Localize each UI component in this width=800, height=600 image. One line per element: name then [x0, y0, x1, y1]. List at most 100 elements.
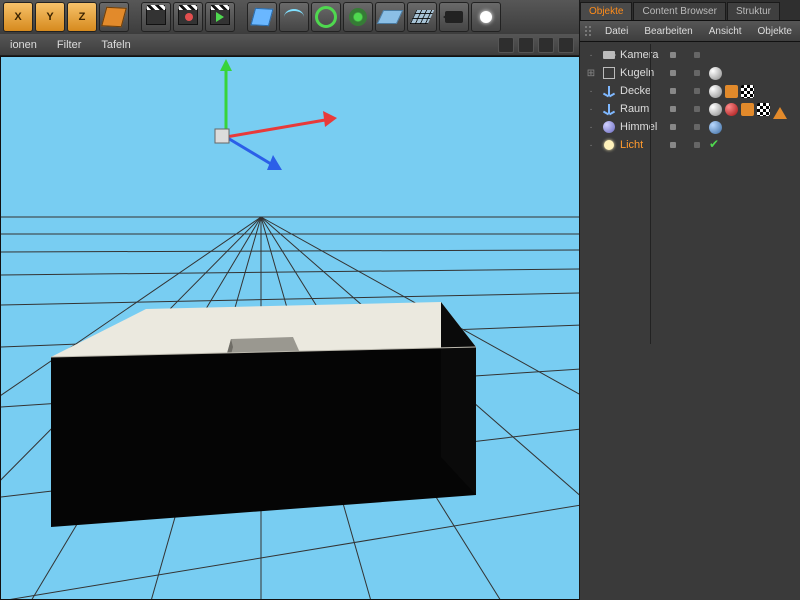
tab-content[interactable]: Content Browser: [633, 2, 725, 20]
sky-icon: [602, 120, 616, 134]
panel-menu-edit[interactable]: Bearbeiten: [636, 26, 700, 37]
tag-tri-icon[interactable]: [773, 100, 787, 119]
object-name-label: Decke: [620, 85, 666, 97]
visibility-dots[interactable]: [670, 88, 700, 94]
tree-toggle-icon[interactable]: ·: [584, 86, 598, 97]
tree-toggle-icon[interactable]: ·: [584, 140, 598, 151]
floor-button[interactable]: [407, 2, 437, 32]
spline-button[interactable]: [279, 2, 309, 32]
menu-item-0[interactable]: ionen: [0, 39, 47, 51]
panel-tabs: Objekte Content Browser Struktur: [580, 0, 800, 20]
perspective-viewport[interactable]: [0, 56, 580, 600]
axis-icon: [602, 102, 616, 116]
cube-icon: [101, 7, 127, 27]
tag-blue-icon[interactable]: [709, 121, 722, 134]
camera-button[interactable]: [439, 2, 469, 32]
axis-y-button[interactable]: Y: [35, 2, 65, 32]
make-editable-button[interactable]: [141, 2, 171, 32]
main-toolbar: X Y Z: [0, 0, 582, 35]
object-name-label: Kamera: [620, 49, 666, 61]
maximize-icon[interactable]: [558, 37, 574, 53]
null-icon: [602, 66, 616, 80]
menu-item-1[interactable]: Filter: [47, 39, 91, 51]
tree-toggle-icon[interactable]: ·: [584, 50, 598, 61]
light-icon: [602, 138, 616, 152]
clapper-record-icon: [178, 9, 198, 25]
zoom-icon[interactable]: [518, 37, 534, 53]
menu-item-2[interactable]: Tafeln: [91, 39, 140, 51]
object-manager-panel: Objekte Content Browser Struktur Datei B…: [579, 0, 800, 600]
object-name-label: Licht: [620, 139, 666, 151]
object-name-label: Raum: [620, 103, 666, 115]
tag-row: ✔: [706, 139, 722, 152]
axis-z-button[interactable]: Z: [67, 2, 97, 32]
panel-menu-objects[interactable]: Objekte: [750, 26, 800, 37]
camera-icon: [445, 11, 463, 23]
array-button[interactable]: [343, 2, 373, 32]
cube-blue-icon: [250, 8, 273, 26]
object-row-raum[interactable]: · Raum: [580, 100, 800, 118]
primitive-cube-button[interactable]: [247, 2, 277, 32]
bulb-icon: [480, 11, 492, 23]
axis-x-button[interactable]: X: [3, 2, 33, 32]
object-row-decke[interactable]: · Decke: [580, 82, 800, 100]
array-icon: [349, 8, 367, 26]
object-row-licht[interactable]: · Licht ✔: [580, 136, 800, 154]
object-row-kamera[interactable]: · Kamera: [580, 46, 800, 64]
panel-menu-file[interactable]: Datei: [597, 26, 636, 37]
deformer-button[interactable]: [375, 2, 405, 32]
torus-icon: [315, 6, 337, 28]
tag-sq-icon[interactable]: [741, 103, 754, 116]
tree-toggle-icon[interactable]: ·: [584, 104, 598, 115]
visibility-dots[interactable]: [670, 70, 700, 76]
object-list: · Kamera ⊞ Kugeln · Decke · Raum · Himmel · Licht ✔: [580, 42, 800, 158]
object-row-himmel[interactable]: · Himmel: [580, 118, 800, 136]
visibility-dots[interactable]: [670, 106, 700, 112]
viewport-canvas: [1, 57, 580, 600]
tag-row: [706, 85, 754, 98]
scene-box: [51, 302, 476, 527]
spline-icon: [284, 9, 304, 25]
axis-icon: [602, 84, 616, 98]
record-button[interactable]: [173, 2, 203, 32]
tag-sq-icon[interactable]: [725, 85, 738, 98]
panel-column-divider[interactable]: [650, 44, 651, 344]
play-button[interactable]: [205, 2, 235, 32]
plane-icon: [377, 10, 404, 24]
tag-chk-icon[interactable]: [757, 103, 770, 116]
object-name-label: Himmel: [620, 121, 666, 133]
tag-sphere-icon[interactable]: [709, 67, 722, 80]
tree-toggle-icon[interactable]: ·: [584, 122, 598, 133]
visibility-dots[interactable]: [670, 52, 700, 58]
object-row-kugeln[interactable]: ⊞ Kugeln: [580, 64, 800, 82]
tag-row: [706, 121, 722, 134]
panel-menu-view[interactable]: Ansicht: [701, 26, 750, 37]
clapperboard-icon: [146, 9, 166, 25]
panel-grip-icon[interactable]: [584, 25, 593, 37]
clapper-play-icon: [210, 9, 230, 25]
grid-icon: [410, 10, 435, 24]
tab-objects[interactable]: Objekte: [580, 2, 632, 20]
object-name-label: Kugeln: [620, 67, 666, 79]
tag-row: [706, 100, 787, 119]
nurbs-button[interactable]: [311, 2, 341, 32]
viewport-menubar: ionen Filter Tafeln: [0, 34, 580, 56]
cam-icon: [602, 48, 616, 62]
axis-gizmo: [215, 59, 337, 170]
panel-menu: Datei Bearbeiten Ansicht Objekte: [580, 20, 800, 42]
enable-tick-icon[interactable]: ✔: [709, 139, 722, 152]
tag-chk-icon[interactable]: [741, 85, 754, 98]
visibility-dots[interactable]: [670, 124, 700, 130]
tab-structure[interactable]: Struktur: [727, 2, 780, 20]
tag-sphere-icon[interactable]: [709, 103, 722, 116]
visibility-dots[interactable]: [670, 142, 700, 148]
light-button[interactable]: [471, 2, 501, 32]
tree-toggle-icon[interactable]: ⊞: [584, 68, 598, 79]
pan-icon[interactable]: [498, 37, 514, 53]
tag-sphere-icon[interactable]: [709, 85, 722, 98]
tag-red-icon[interactable]: [725, 103, 738, 116]
orbit-icon[interactable]: [538, 37, 554, 53]
cube-primitive-button[interactable]: [99, 2, 129, 32]
viewport-nav-icons: [494, 37, 580, 53]
tag-row: [706, 67, 722, 80]
